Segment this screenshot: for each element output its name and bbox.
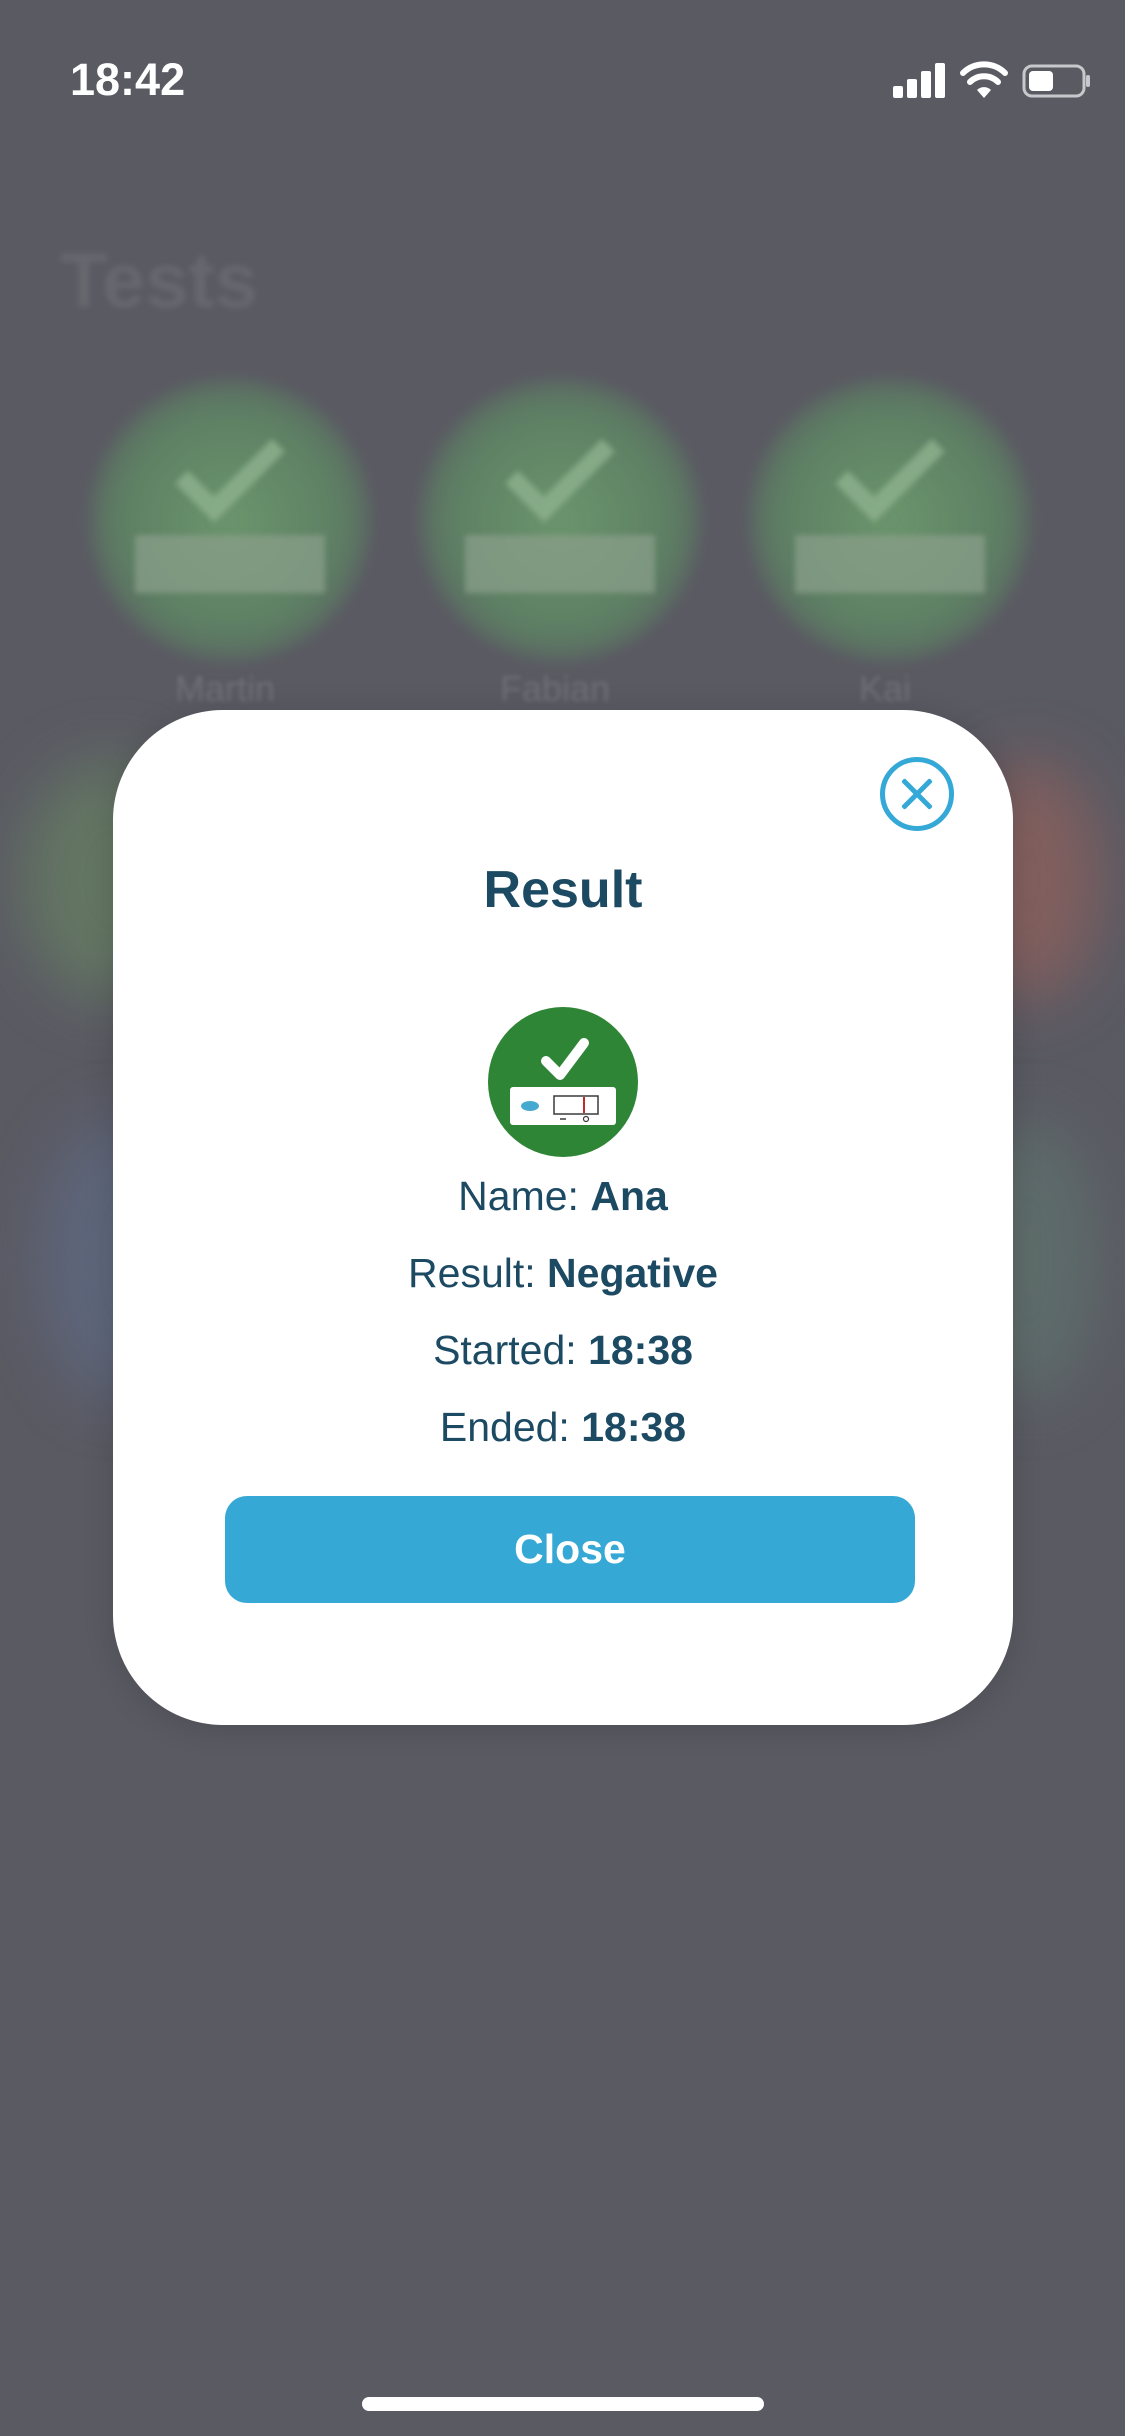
person-name-kai: Kai bbox=[858, 668, 912, 709]
started-row: Started: 18:38 bbox=[113, 1327, 1013, 1374]
test-device-icon bbox=[465, 535, 655, 593]
started-value: 18:38 bbox=[588, 1327, 693, 1373]
close-circle-icon[interactable] bbox=[880, 757, 954, 831]
cellular-signal-icon bbox=[893, 62, 945, 98]
started-label: Started: bbox=[433, 1327, 577, 1373]
result-row: Result: Negative bbox=[113, 1250, 1013, 1297]
result-label: Result: bbox=[408, 1250, 536, 1296]
modal-title: Result bbox=[483, 861, 643, 919]
test-card-fabian bbox=[420, 380, 700, 660]
ended-row: Ended: 18:38 bbox=[113, 1404, 1013, 1451]
home-indicator[interactable] bbox=[362, 2397, 764, 2411]
result-value: Negative bbox=[547, 1250, 718, 1296]
person-name-fabian: Fabian bbox=[499, 668, 611, 709]
battery-icon bbox=[1022, 64, 1090, 98]
test-device-icon bbox=[795, 535, 985, 593]
test-card-martin bbox=[90, 380, 370, 660]
test-card-kai bbox=[750, 380, 1030, 660]
name-row: Name: Ana bbox=[113, 1173, 1013, 1220]
close-button[interactable]: Close bbox=[225, 1496, 915, 1603]
test-negative-check-icon bbox=[488, 1007, 638, 1157]
wifi-icon bbox=[960, 61, 1008, 98]
status-time: 18:42 bbox=[70, 54, 186, 105]
ended-label: Ended: bbox=[439, 1404, 570, 1450]
name-value: Ana bbox=[590, 1173, 668, 1219]
person-name-martin: Martin bbox=[174, 668, 276, 709]
status-bar: 18:42 bbox=[0, 0, 1125, 150]
ended-value: 18:38 bbox=[581, 1404, 687, 1450]
test-device-icon bbox=[135, 535, 325, 593]
name-label: Name: bbox=[458, 1173, 579, 1219]
tests-page-title: Tests bbox=[60, 236, 258, 324]
